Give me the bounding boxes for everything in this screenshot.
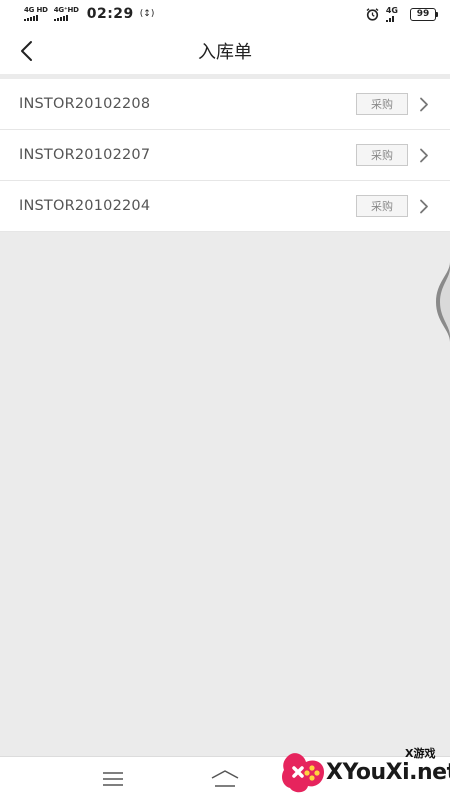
list-item[interactable]: INSTOR20102208 采购 <box>0 79 450 130</box>
alarm-icon <box>366 7 380 21</box>
chevron-right-icon <box>418 147 430 163</box>
page-title: 入库单 <box>198 42 252 63</box>
sim1-label: 4G HD <box>24 6 48 14</box>
item-right: 采购 <box>356 144 430 166</box>
sync-indicator: (↕) <box>139 9 155 19</box>
floating-edge-handle[interactable] <box>432 262 450 342</box>
list-item[interactable]: INSTOR20102207 采购 <box>0 130 450 181</box>
back-button[interactable] <box>10 34 44 68</box>
chevron-right-icon <box>418 96 430 112</box>
status-time: 02:29 <box>86 6 134 22</box>
chevron-right-icon <box>418 198 430 214</box>
app-header: 入库单 <box>0 28 450 74</box>
menu-icon <box>103 772 123 786</box>
network-label: 4G <box>385 5 398 15</box>
item-right: 采购 <box>356 195 430 217</box>
watermark: X游戏 XYouXi.net <box>280 742 450 800</box>
inbound-order-list: INSTOR20102208 采购 INSTOR20102207 采购 INST… <box>0 79 450 232</box>
order-code: INSTOR20102207 <box>19 147 151 163</box>
screen: 4G HD 4G⁺HD 02:29 (↕) 4G 99 入库单 INSTOR20… <box>0 0 450 800</box>
order-code: INSTOR20102204 <box>19 198 151 214</box>
watermark-text: XYouXi.net <box>326 760 450 785</box>
list-item[interactable]: INSTOR20102204 采购 <box>0 181 450 232</box>
item-right: 采购 <box>356 93 430 115</box>
sim2-signal: 4G⁺HD <box>53 6 79 21</box>
battery-level: 99 <box>410 7 436 21</box>
gamepad-logo-icon <box>282 753 324 793</box>
menu-button[interactable] <box>98 767 128 791</box>
home-icon <box>211 770 239 787</box>
sim1-signal: 4G HD <box>24 7 48 21</box>
order-type-tag: 采购 <box>356 144 408 166</box>
status-right: 4G 99 <box>366 5 438 22</box>
signal-bars-icon <box>385 15 394 22</box>
home-button[interactable] <box>210 767 240 791</box>
order-code: INSTOR20102208 <box>19 96 151 112</box>
status-bar: 4G HD 4G⁺HD 02:29 (↕) 4G 99 <box>0 0 450 28</box>
order-type-tag: 采购 <box>356 93 408 115</box>
chevron-left-icon <box>21 41 32 61</box>
battery-icon: 99 <box>410 7 438 21</box>
watermark-small-text: X游戏 <box>405 747 436 760</box>
sim2-label: 4G⁺HD <box>53 6 79 14</box>
signal-bars-icon <box>53 15 68 21</box>
order-type-tag: 采购 <box>356 195 408 217</box>
signal-bars-icon <box>24 15 38 21</box>
network-indicator: 4G <box>385 5 398 22</box>
